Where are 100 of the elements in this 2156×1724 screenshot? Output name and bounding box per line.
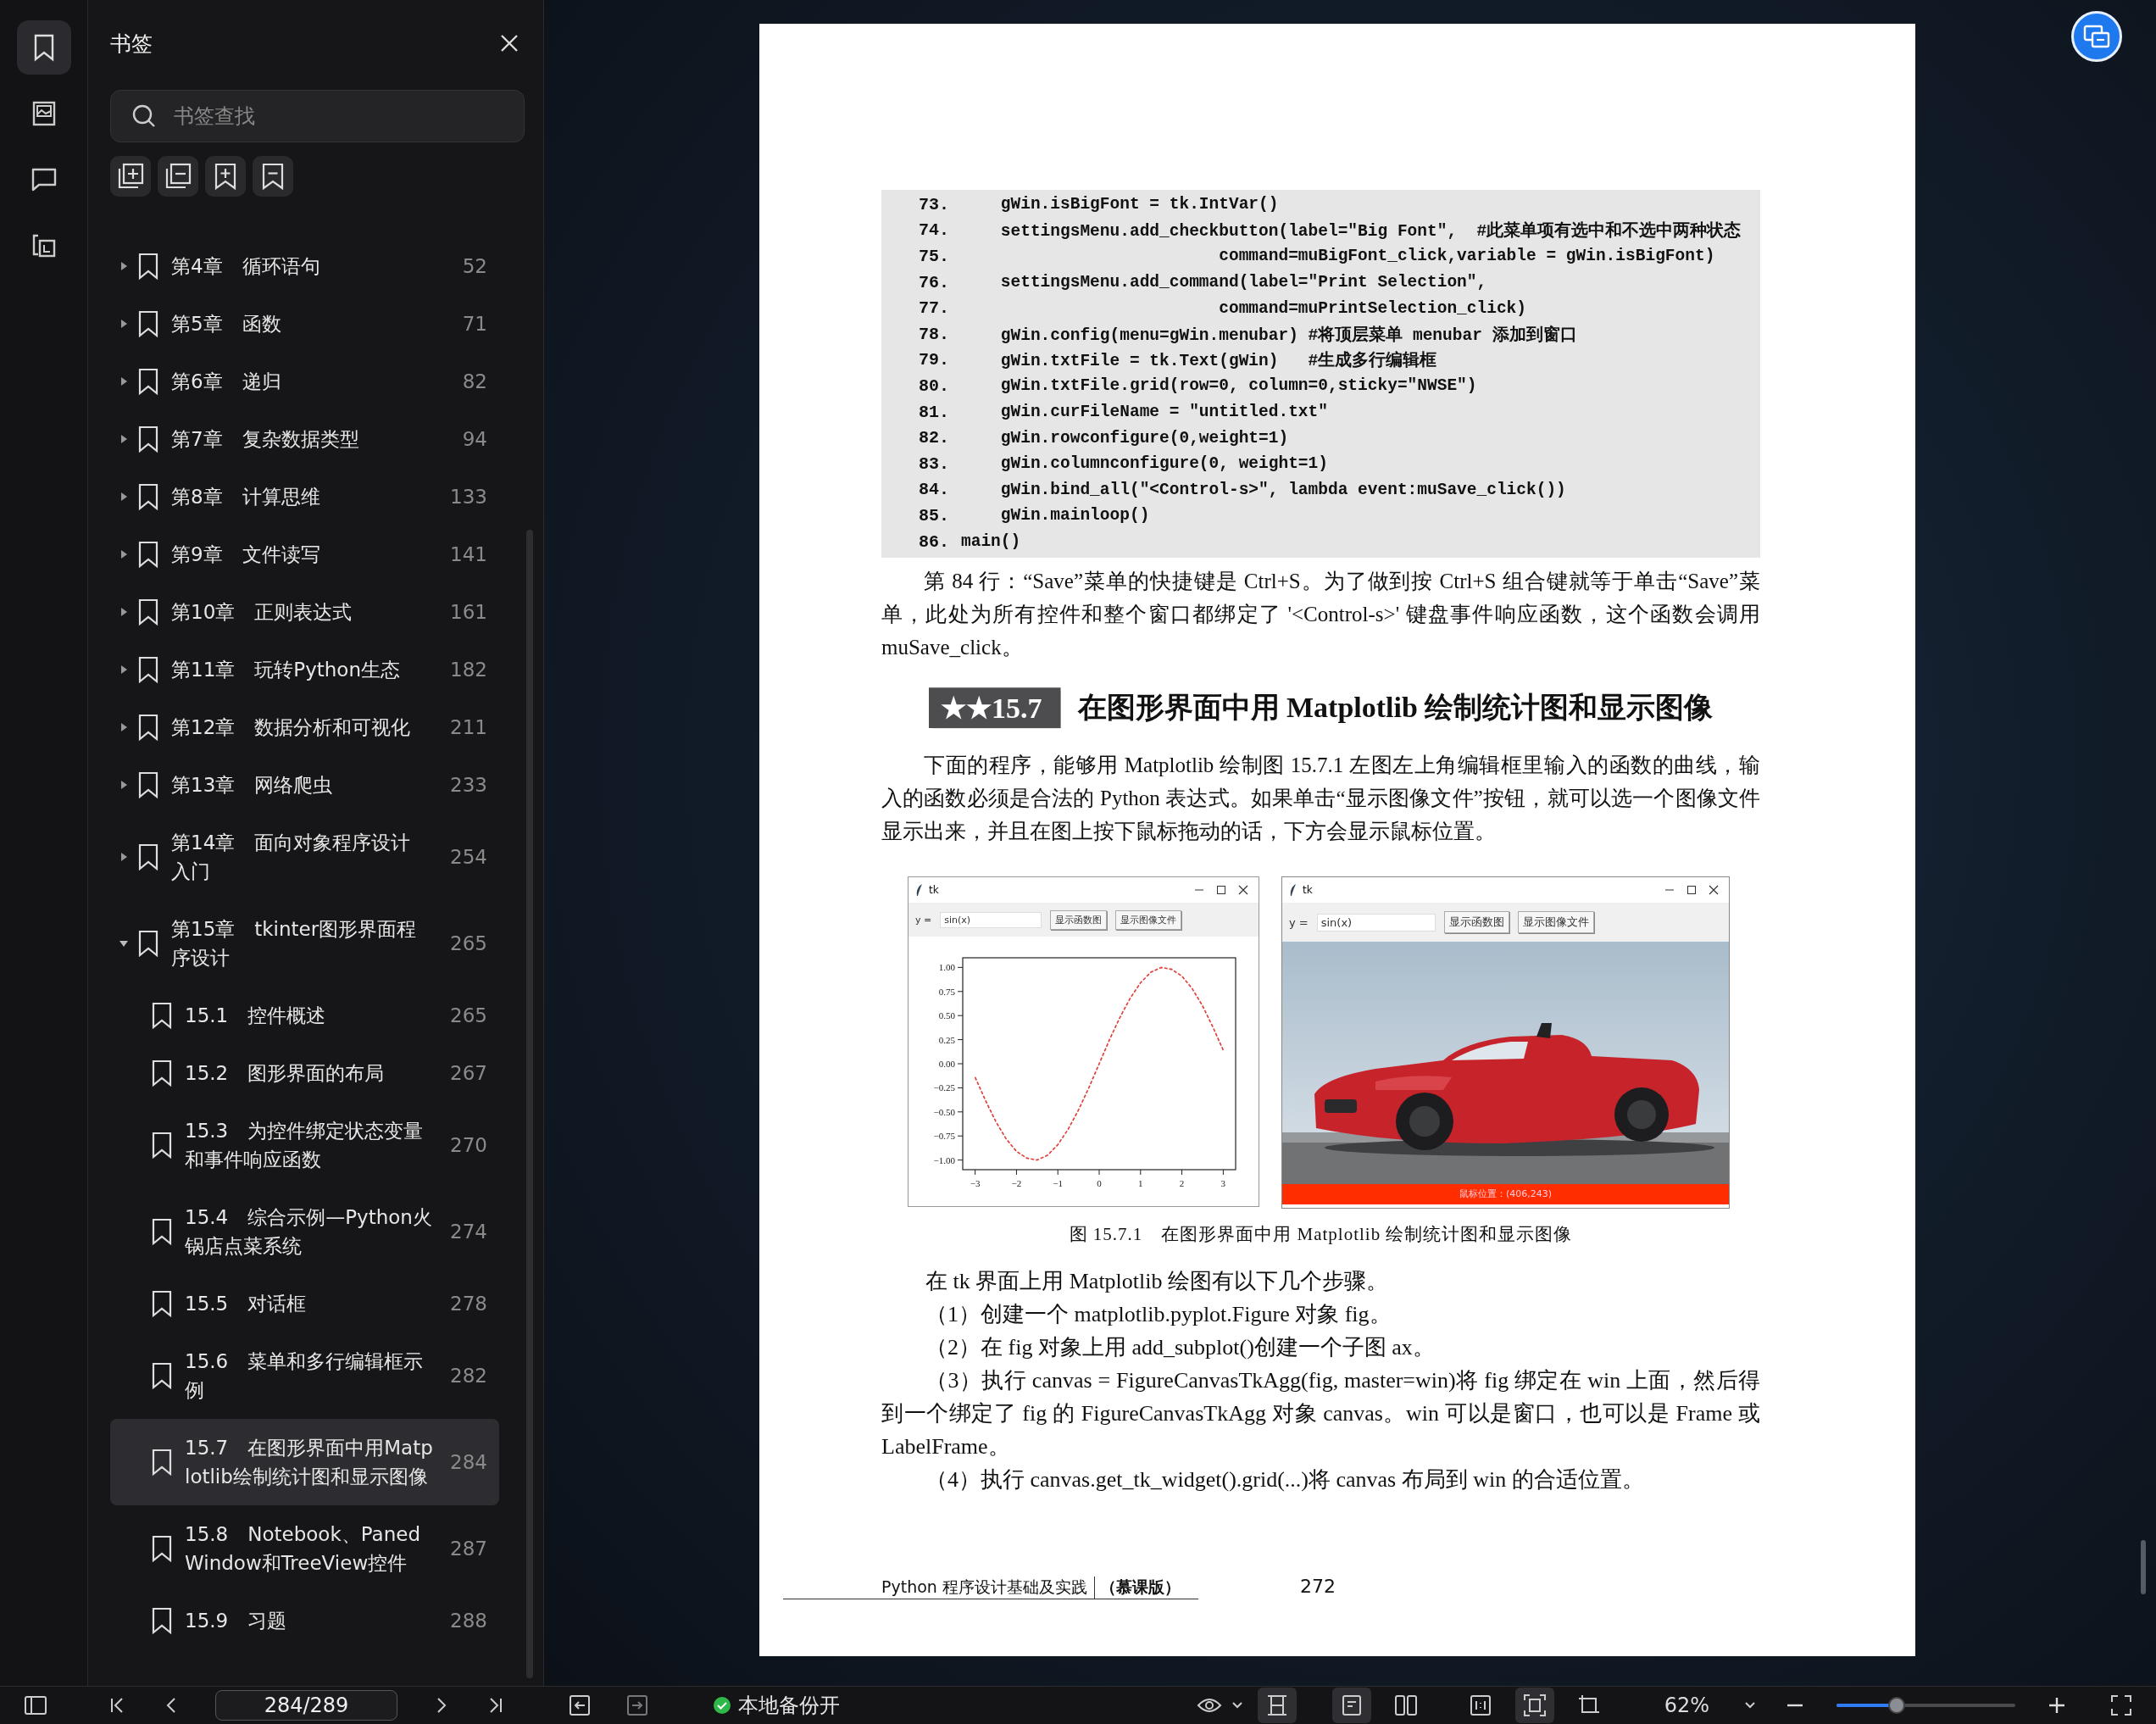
view-mode-button[interactable]: [1331, 1688, 1371, 1723]
bookmark-item[interactable]: 15.6 菜单和多行编辑框示例 282: [110, 1332, 499, 1419]
bookmark-icon: [137, 598, 159, 626]
bookmark-item[interactable]: 第15章 tkinter图形界面程序设计 265: [110, 900, 499, 987]
bookmark-icon: [137, 483, 159, 510]
zoom-slider[interactable]: [1836, 1697, 2015, 1714]
zoom-level[interactable]: 62%: [1664, 1693, 1709, 1717]
tick-label: −0.50: [933, 1107, 955, 1118]
close-icon: [1709, 885, 1719, 896]
bookmark-item[interactable]: 第5章 函数 71: [110, 295, 499, 353]
book-title: Python 程序设计基础及实践: [783, 1577, 1095, 1599]
remove-bookmark-button[interactable]: [253, 156, 293, 197]
tick-label: 0.00: [938, 1059, 955, 1070]
caret-icon[interactable]: [119, 607, 129, 617]
bookmark-item[interactable]: 第7章 复杂数据类型 94: [110, 410, 499, 468]
page-number: 182: [450, 659, 487, 681]
y-tick: [957, 1111, 964, 1113]
page-number: 287: [450, 1538, 487, 1560]
caret-icon[interactable]: [119, 492, 129, 502]
caret-icon[interactable]: [119, 938, 129, 948]
bookmark-item[interactable]: 第6章 递归 82: [110, 353, 499, 410]
zoom-in-icon[interactable]: [2048, 1696, 2066, 1715]
bookmark-item[interactable]: 15.8 Notebook、PanedWindow和TreeView控件 287: [110, 1505, 499, 1592]
code-line: command=muBigFont_click,variable = gWin.isBigFont): [1218, 247, 1715, 266]
add-bookmark-button[interactable]: [205, 156, 246, 197]
paragraph: （3）执行 canvas = FigureCanvasTkAgg(fig, master=win)将 fig 绑定在 win 上面，然后得到一个绑定了 fig 的 FigureCanvasTkAgg 对象 canvas。win 可以是窗口，也可以是 Frame 或 LabelFrame。: [881, 1367, 1760, 1461]
page-number: 288: [450, 1610, 487, 1632]
bookmark-item[interactable]: 第4章 循环语句 52: [110, 237, 499, 295]
bookmark-icon: [137, 368, 159, 395]
bookmark-title: 第15章 tkinter图形界面程序设计: [171, 917, 418, 970]
caret-icon[interactable]: [119, 852, 129, 862]
feather-icon: [915, 883, 924, 898]
caret-icon[interactable]: [119, 376, 129, 387]
bookmark-item[interactable]: 第11章 玩转Python生态 182: [110, 641, 499, 698]
bookmark-item[interactable]: 15.3 为控件绑定状态变量和事件响应函数 270: [110, 1102, 499, 1188]
x-tick: [1057, 1169, 1059, 1176]
page-number-field[interactable]: 284/289: [215, 1690, 397, 1721]
close-icon[interactable]: [499, 33, 520, 53]
view-menu-button[interactable]: [1196, 1696, 1242, 1715]
paragraph: 在 tk 界面上用 Matplotlib 绘图有以下几个步骤。: [925, 1268, 1389, 1296]
collapse-all-button[interactable]: [158, 156, 198, 197]
bookmark-title: 第4章 循环语句: [171, 254, 321, 279]
caret-icon[interactable]: [119, 261, 129, 271]
bookmark-item[interactable]: 第13章 网络爬虫 233: [110, 756, 499, 814]
back-icon[interactable]: [569, 1694, 591, 1716]
forward-icon[interactable]: [626, 1694, 648, 1716]
bookmark-plus-icon: [213, 162, 238, 191]
input-field: sin(x): [940, 911, 1042, 928]
bookmark-item[interactable]: 15.2 图形界面的布局 267: [110, 1044, 499, 1102]
code-line: command=muPrintSelection_click): [1218, 298, 1526, 318]
page-number: 265: [450, 932, 487, 954]
tick-label: −2: [1011, 1178, 1022, 1189]
bookmark-item[interactable]: 第9章 文件读写 141: [110, 526, 499, 583]
bookmark-title: 15.5 对话框: [185, 1292, 308, 1316]
bookmark-icon: [137, 843, 159, 870]
bookmark-minus-icon: [260, 162, 286, 191]
bookmark-item[interactable]: 15.5 对话框 278: [110, 1275, 499, 1332]
bookmark-item[interactable]: 第14章 面向对象程序设计入门 254: [110, 814, 499, 900]
bookmark-icon: [151, 1059, 173, 1087]
code-line: gWin.mainloop(): [999, 506, 1150, 526]
search-field[interactable]: 书签查找: [110, 90, 525, 142]
rail-tab[interactable]: [16, 20, 71, 75]
translate-button[interactable]: [2071, 11, 2122, 62]
caret-icon[interactable]: [1745, 1702, 1755, 1709]
view-mode-button[interactable]: [1514, 1688, 1554, 1723]
bookmark-title: 第11章 玩转Python生态: [171, 658, 401, 682]
page-number: 161: [450, 601, 487, 623]
bookmark-item[interactable]: 第10章 正则表达式 161: [110, 583, 499, 641]
fullscreen-icon[interactable]: [2110, 1694, 2132, 1716]
expand-all-button[interactable]: [110, 156, 151, 197]
bookmark-icon: [137, 771, 159, 798]
bookmark-item[interactable]: 15.9 习题 288: [110, 1592, 499, 1649]
figure-caption: 图 15.7.1 在图形界面中用 Matplotlib 绘制统计图和显示图像: [1068, 1223, 1574, 1247]
close-icon: [1238, 885, 1248, 896]
caret-icon[interactable]: [119, 434, 129, 444]
caret-icon[interactable]: [119, 549, 129, 559]
backup-status[interactable]: 本地备份开: [713, 1692, 840, 1719]
bookmark-item[interactable]: 第8章 计算思维 133: [110, 468, 499, 526]
bookmark-icon: [137, 253, 159, 280]
bookmark-item[interactable]: 15.1 控件概述 265: [110, 987, 499, 1044]
bookmark-title: 15.6 菜单和多行编辑框示例: [185, 1349, 425, 1403]
bookmark-icon: [151, 1607, 173, 1634]
page-number: 278: [450, 1293, 487, 1315]
line-number: 82.: [918, 428, 950, 448]
scrollbar[interactable]: [526, 530, 533, 1678]
caret-icon[interactable]: [119, 780, 129, 790]
view-mode-button[interactable]: [1257, 1688, 1297, 1723]
x-tick: [1140, 1169, 1142, 1176]
bookmark-title: 15.3 为控件绑定状态变量和事件响应函数: [185, 1119, 425, 1172]
scrollbar[interactable]: [2141, 1540, 2146, 1594]
bookmark-title: 15.9 习题: [185, 1609, 288, 1633]
caret-icon[interactable]: [119, 722, 129, 732]
caret-icon[interactable]: [119, 665, 129, 675]
bookmark-item[interactable]: 第12章 数据分析和可视化 211: [110, 698, 499, 756]
field-label: y =: [915, 914, 932, 926]
sidebar-toggle-icon[interactable]: [24, 1695, 47, 1716]
tick-label: −3: [970, 1178, 981, 1189]
caret-icon[interactable]: [119, 319, 129, 329]
x-tick: [1222, 1169, 1224, 1176]
maximize-icon: [1216, 885, 1226, 896]
